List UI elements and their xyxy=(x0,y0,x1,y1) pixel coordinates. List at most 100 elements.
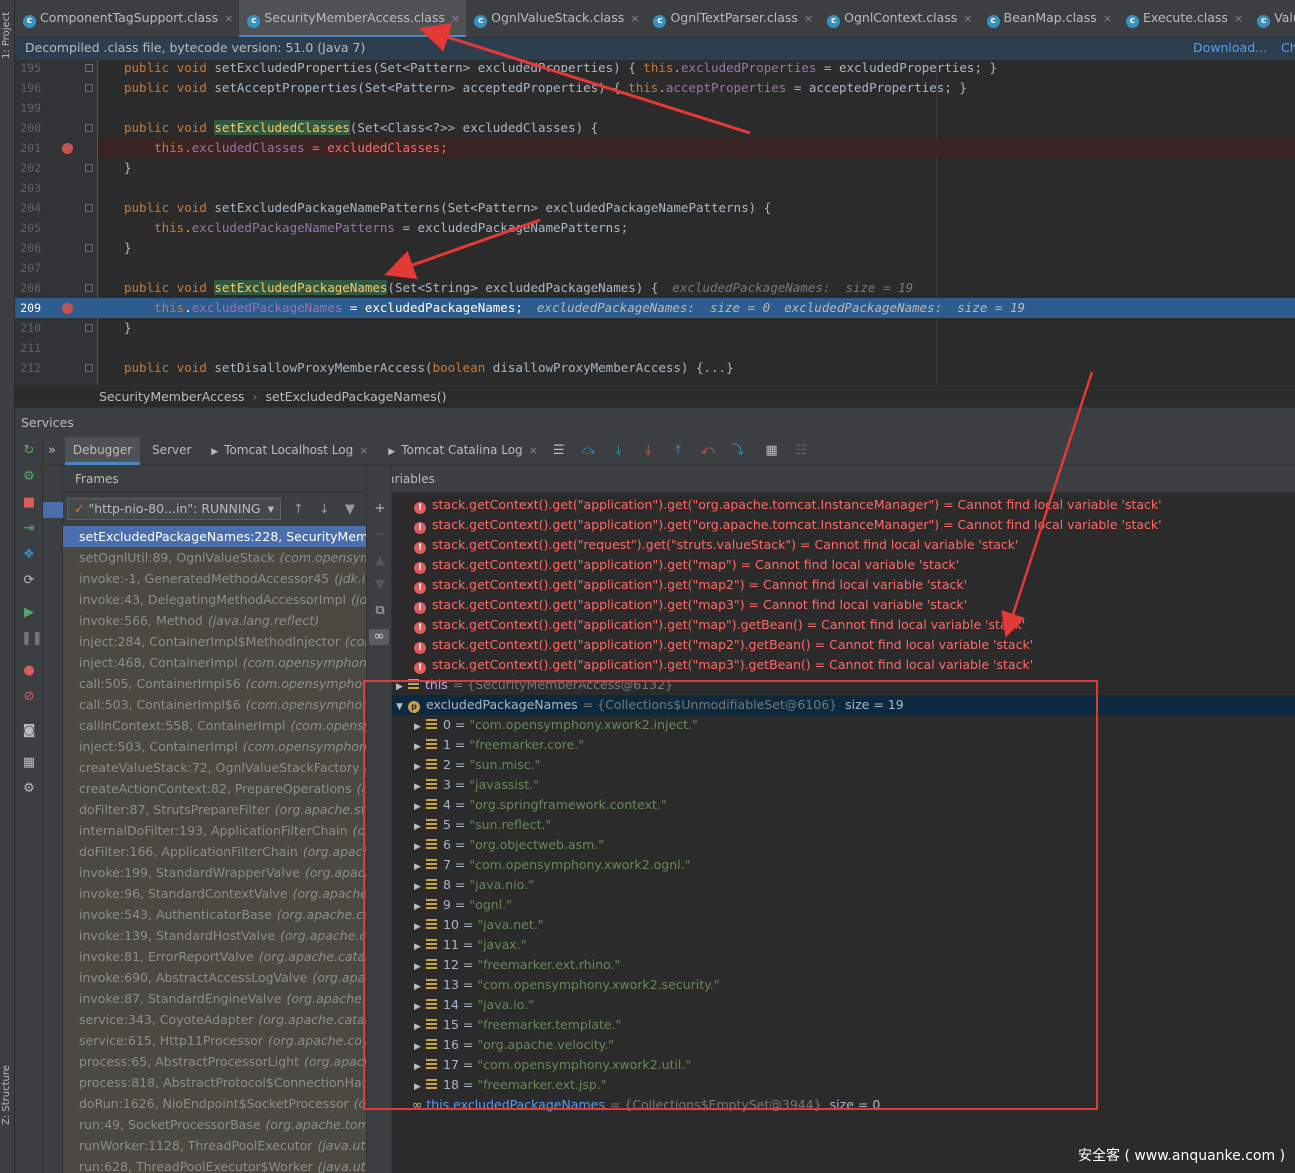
run-to-cursor-icon[interactable]: ⤵ xyxy=(729,437,747,465)
editor-tab[interactable]: c Execute.class × xyxy=(1118,0,1249,37)
gutter-line[interactable]: 201 xyxy=(15,138,97,158)
code-line[interactable]: public void setExcludedClasses(Set<Class… xyxy=(98,118,1295,138)
evaluate-icon[interactable]: ▦ xyxy=(763,437,781,465)
deploy-icon[interactable]: ⇥ xyxy=(21,521,37,537)
code-line[interactable]: } xyxy=(98,158,1295,178)
close-icon[interactable]: × xyxy=(963,12,972,25)
code-line[interactable]: public void setExcludedPackageNamePatter… xyxy=(98,198,1295,218)
frame-row[interactable]: doFilter:87, StrutsPrepareFilter (org.apa… xyxy=(63,799,366,820)
gutter-line[interactable]: 210 xyxy=(15,318,97,338)
frame-row[interactable]: call:503, ContainerImpl$6 (com.opensympho… xyxy=(63,694,366,715)
editor-tab[interactable]: c OgnlTextParser.class × xyxy=(645,0,819,37)
frame-row[interactable]: createValueStack:72, OgnlValueStackFacto… xyxy=(63,757,366,778)
close-icon[interactable]: × xyxy=(630,12,639,25)
step-into-icon[interactable]: ⤓ xyxy=(609,437,627,465)
code-line[interactable] xyxy=(98,178,1295,198)
code-line[interactable]: this.excludedPackageNamePatterns = exclu… xyxy=(98,218,1295,238)
frame-row[interactable]: callInContext:558, ContainerImpl (com.ope… xyxy=(63,715,366,736)
frame-row[interactable]: setOgnlUtil:89, OgnlValueStack (com.opens… xyxy=(63,547,366,568)
gutter-line[interactable]: 203 xyxy=(15,178,97,198)
gutter-line[interactable]: 196 xyxy=(15,78,97,98)
code-line[interactable]: this.excludedPackageNames = excludedPack… xyxy=(98,298,1295,318)
mute-breakpoints-icon[interactable]: ⊘ xyxy=(21,689,37,705)
error-row[interactable]: ! stack.getContext().get("application").g… xyxy=(392,495,1295,515)
choose-sources-link[interactable]: Ch xyxy=(1281,40,1295,55)
project-tool-label[interactable]: 1: Project xyxy=(0,0,14,70)
tab-tomcat-catalina-log[interactable]: ▶ Tomcat Catalina Log × xyxy=(380,437,546,465)
frame-row[interactable]: invoke:199, StandardWrapperValve (org.apa… xyxy=(63,862,366,883)
fold-icon[interactable] xyxy=(85,64,93,72)
editor-gutter[interactable]: 195 196 199 200 201 202 203 204 205 206 207 208 209 2… xyxy=(15,60,97,385)
frame-row[interactable]: process:818, AbstractProtocol$Connection… xyxy=(63,1072,366,1093)
error-row[interactable]: ! stack.getContext().get("application").g… xyxy=(392,615,1295,635)
close-icon[interactable]: × xyxy=(529,444,538,457)
code-editor[interactable]: public void setExcludedProperties(Set<Pa… xyxy=(97,60,1295,385)
frame-row[interactable]: inject:503, ContainerImpl (com.opensympho… xyxy=(63,736,366,757)
frame-row[interactable]: run:49, SocketProcessorBase (org.apache.t… xyxy=(63,1114,366,1135)
editor-tab[interactable]: c SecurityMemberAccess.class × xyxy=(239,0,467,37)
breadcrumb-method[interactable]: setExcludedPackageNames() xyxy=(266,389,447,404)
frame-row[interactable]: invoke:566, Method (java.lang.reflect) xyxy=(63,610,366,631)
fold-icon[interactable] xyxy=(85,364,93,372)
code-line[interactable]: public void setDisallowProxyMemberAccess… xyxy=(98,358,1295,378)
tab-debugger[interactable]: Debugger xyxy=(64,437,141,465)
download-sources-link[interactable]: Download... xyxy=(1193,40,1267,55)
gutter-line[interactable]: 206 xyxy=(15,238,97,258)
frame-row[interactable]: call:505, ContainerImpl$6 (com.opensympho… xyxy=(63,673,366,694)
frame-row[interactable]: invoke:43, DelegatingMethodAccessorImpl (… xyxy=(63,589,366,610)
code-line[interactable]: public void setExcludedPackageNames(Set<… xyxy=(98,278,1295,298)
pause-icon[interactable]: ❚❚ xyxy=(21,631,43,647)
code-line[interactable]: this.excludedClasses = excludedClasses; xyxy=(98,138,1295,158)
resume-icon[interactable]: ▶ xyxy=(21,605,37,621)
filter-icon[interactable]: ▼ xyxy=(345,502,355,517)
artifact-icon[interactable]: ❖ xyxy=(21,547,37,563)
editor-tab[interactable]: cValueStack xyxy=(1249,0,1295,37)
frame-row[interactable]: doRun:1626, NioEndpoint$SocketProcessor(… xyxy=(63,1093,366,1114)
add-watch-icon[interactable]: + xyxy=(372,501,388,517)
code-line[interactable]: public void setExcludedProperties(Set<Pa… xyxy=(98,60,1295,78)
thread-selector[interactable]: ✓ "http-nio-80...in": RUNNING ▾ xyxy=(67,498,281,520)
error-row[interactable]: ! stack.getContext().get("application").g… xyxy=(392,555,1295,575)
frame-row[interactable]: createActionContext:82, PrepareOperation… xyxy=(63,778,366,799)
error-row[interactable]: ! stack.getContext().get("application").g… xyxy=(392,655,1295,675)
step-over-icon[interactable]: ⤼ xyxy=(580,437,598,465)
step-out-icon[interactable]: ⤒ xyxy=(669,437,687,465)
view-breakpoints-icon[interactable]: ● xyxy=(21,663,37,679)
fold-icon[interactable] xyxy=(85,284,93,292)
gutter-line[interactable]: 208 xyxy=(15,278,97,298)
settings-icon[interactable]: ⚙ xyxy=(21,781,37,797)
frame-row[interactable]: invoke:690, AbstractAccessLogValve (org.a… xyxy=(63,967,366,988)
fold-icon[interactable] xyxy=(85,164,93,172)
error-row[interactable]: ! stack.getContext().get("request").get("… xyxy=(392,535,1295,555)
breakpoint-icon[interactable] xyxy=(62,143,73,154)
close-icon[interactable]: × xyxy=(224,12,233,25)
frame-row[interactable]: invoke:-1, GeneratedMethodAccessor45 (jdk… xyxy=(63,568,366,589)
drop-frame-icon[interactable]: ⤺ xyxy=(699,437,717,465)
gutter-line[interactable]: 211 xyxy=(15,338,97,358)
copy-icon[interactable]: ⧉ xyxy=(372,603,388,619)
layout-icon[interactable]: ▦ xyxy=(21,755,37,771)
code-line[interactable] xyxy=(98,98,1295,118)
frame-row[interactable]: process:65, AbstractProcessorLight (org.a… xyxy=(63,1051,366,1072)
frame-row[interactable]: internalDoFilter:193, ApplicationFilterC… xyxy=(63,820,366,841)
error-row[interactable]: ! stack.getContext().get("application").g… xyxy=(392,515,1295,535)
error-row[interactable]: ! stack.getContext().get("application").g… xyxy=(392,595,1295,615)
gutter-line[interactable]: 202 xyxy=(15,158,97,178)
editor-tab[interactable]: c BeanMap.class × xyxy=(979,0,1118,37)
frame-row[interactable]: service:343, CoyoteAdapter (org.apache.ca… xyxy=(63,1009,366,1030)
frame-row[interactable]: doFilter:166, ApplicationFilterChain (org… xyxy=(63,841,366,862)
watches-glasses-icon[interactable]: ∞ xyxy=(369,629,389,645)
rerun-icon[interactable]: ↻ xyxy=(21,443,37,459)
show-execution-point-icon[interactable]: ☰ xyxy=(550,437,568,465)
gutter-line[interactable]: 195 xyxy=(15,60,97,78)
stop-icon[interactable]: ■ xyxy=(21,495,37,511)
frame-row[interactable]: invoke:81, ErrorReportValve (org.apache.c… xyxy=(63,946,366,967)
fold-icon[interactable] xyxy=(85,204,93,212)
frame-row[interactable]: invoke:139, StandardHostValve (org.apache… xyxy=(63,925,366,946)
code-line[interactable]: public void setAcceptProperties(Set<Patt… xyxy=(98,78,1295,98)
close-icon[interactable]: × xyxy=(804,12,813,25)
move-down-icon[interactable]: ▼ xyxy=(372,577,388,593)
trace-icon[interactable]: ☷ xyxy=(792,437,810,465)
editor-tab[interactable]: c OgnlValueStack.class × xyxy=(466,0,645,37)
close-icon[interactable]: × xyxy=(1234,12,1243,25)
